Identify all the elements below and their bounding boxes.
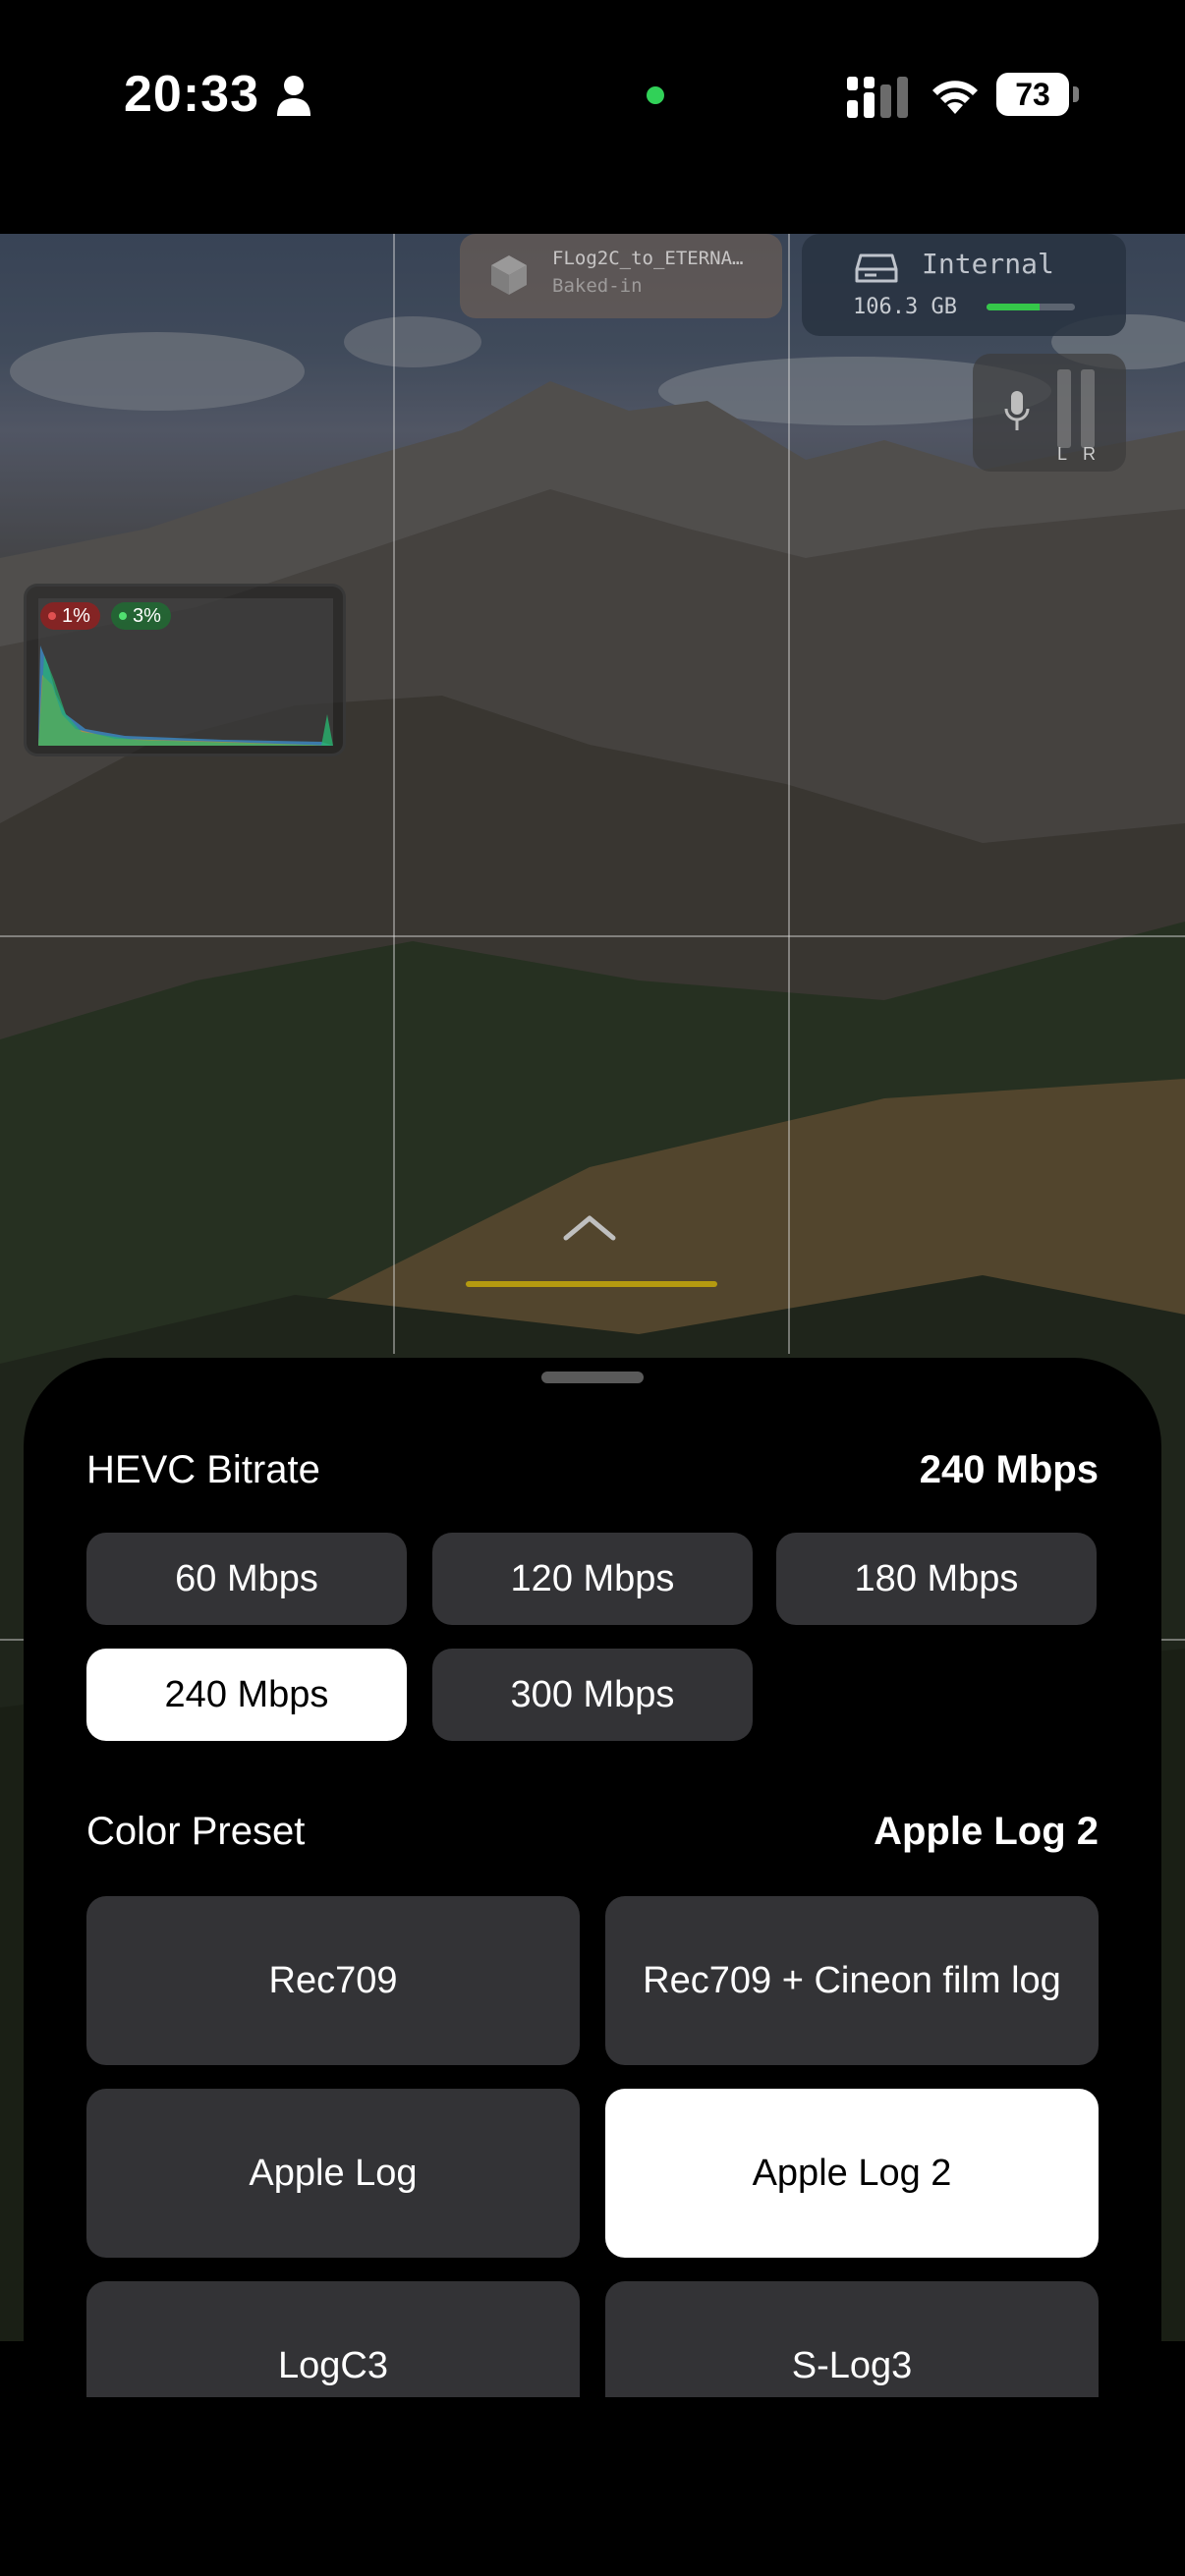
zoom-indicator[interactable] xyxy=(466,1281,717,1287)
clip-dot xyxy=(119,612,127,620)
bitrate-option-180[interactable]: 180 Mbps xyxy=(776,1533,1097,1625)
preset-option-rec709-cineon[interactable]: Rec709 + Cineon film log xyxy=(605,1896,1099,2065)
lut-mode: Baked-in xyxy=(552,275,643,297)
clock: 20:33 xyxy=(124,66,259,123)
bottom-safe-area xyxy=(0,2398,1185,2576)
audio-left-label: L xyxy=(1057,444,1068,464)
privacy-indicator xyxy=(647,86,664,104)
bitrate-option-120[interactable]: 120 Mbps xyxy=(432,1533,753,1625)
wifi-icon xyxy=(932,81,978,114)
grid-line xyxy=(0,935,1185,937)
storage-usage-fill xyxy=(987,304,1040,310)
preset-option-apple-log-2[interactable]: Apple Log 2 xyxy=(605,2089,1099,2258)
drive-icon xyxy=(855,253,898,283)
chevron-up-icon[interactable] xyxy=(562,1212,617,1242)
color-preset-title: Color Preset xyxy=(86,1810,306,1853)
histogram[interactable]: 1% 3% xyxy=(24,584,346,756)
battery-tip xyxy=(1073,86,1079,102)
storage-usage-bar xyxy=(987,304,1075,310)
clip-dot xyxy=(48,612,56,620)
cube-icon xyxy=(491,255,527,295)
preset-option-slog3[interactable]: S-Log3 xyxy=(605,2281,1099,2397)
sheet-grabber[interactable] xyxy=(541,1372,644,1383)
highlight-clip-badge: 3% xyxy=(111,602,171,630)
preset-option-rec709[interactable]: Rec709 xyxy=(86,1896,580,2065)
preset-option-logc3[interactable]: LogC3 xyxy=(86,2281,580,2397)
battery-icon: 73 xyxy=(996,73,1081,116)
audio-level-right xyxy=(1081,369,1095,448)
signal-icon xyxy=(847,77,908,118)
bitrate-title: HEVC Bitrate xyxy=(86,1448,320,1491)
bitrate-current: 240 Mbps xyxy=(919,1448,1099,1491)
mic-icon xyxy=(1004,391,1030,430)
grid-line xyxy=(393,234,395,1354)
bitrate-option-240[interactable]: 240 Mbps xyxy=(86,1649,407,1741)
grid-line xyxy=(788,234,790,1354)
storage-badge[interactable]: Internal 106.3 GB xyxy=(802,234,1126,336)
bitrate-option-300[interactable]: 300 Mbps xyxy=(432,1649,753,1741)
audio-right-label: R xyxy=(1083,444,1096,464)
audio-level-left xyxy=(1057,369,1071,448)
storage-free: 106.3 GB xyxy=(853,295,957,319)
storage-name: Internal xyxy=(922,248,1054,280)
lut-badge[interactable]: FLog2C_to_ETERNA… Baked-in xyxy=(460,234,782,318)
bitrate-option-60[interactable]: 60 Mbps xyxy=(86,1533,407,1625)
highlight-clip-value: 3% xyxy=(133,605,161,627)
lut-name: FLog2C_to_ETERNA… xyxy=(552,248,744,269)
settings-sheet: HEVC Bitrate 240 Mbps 60 Mbps 120 Mbps 1… xyxy=(24,1358,1161,2397)
shadow-clip-value: 1% xyxy=(62,605,90,627)
battery-level: 73 xyxy=(996,73,1069,116)
preset-option-apple-log[interactable]: Apple Log xyxy=(86,2089,580,2258)
audio-meter[interactable]: L R xyxy=(973,354,1126,472)
color-preset-current: Apple Log 2 xyxy=(874,1810,1099,1853)
person-icon xyxy=(277,76,310,116)
shadow-clip-badge: 1% xyxy=(40,602,100,630)
status-bar: 20:33 73 xyxy=(0,0,1185,187)
